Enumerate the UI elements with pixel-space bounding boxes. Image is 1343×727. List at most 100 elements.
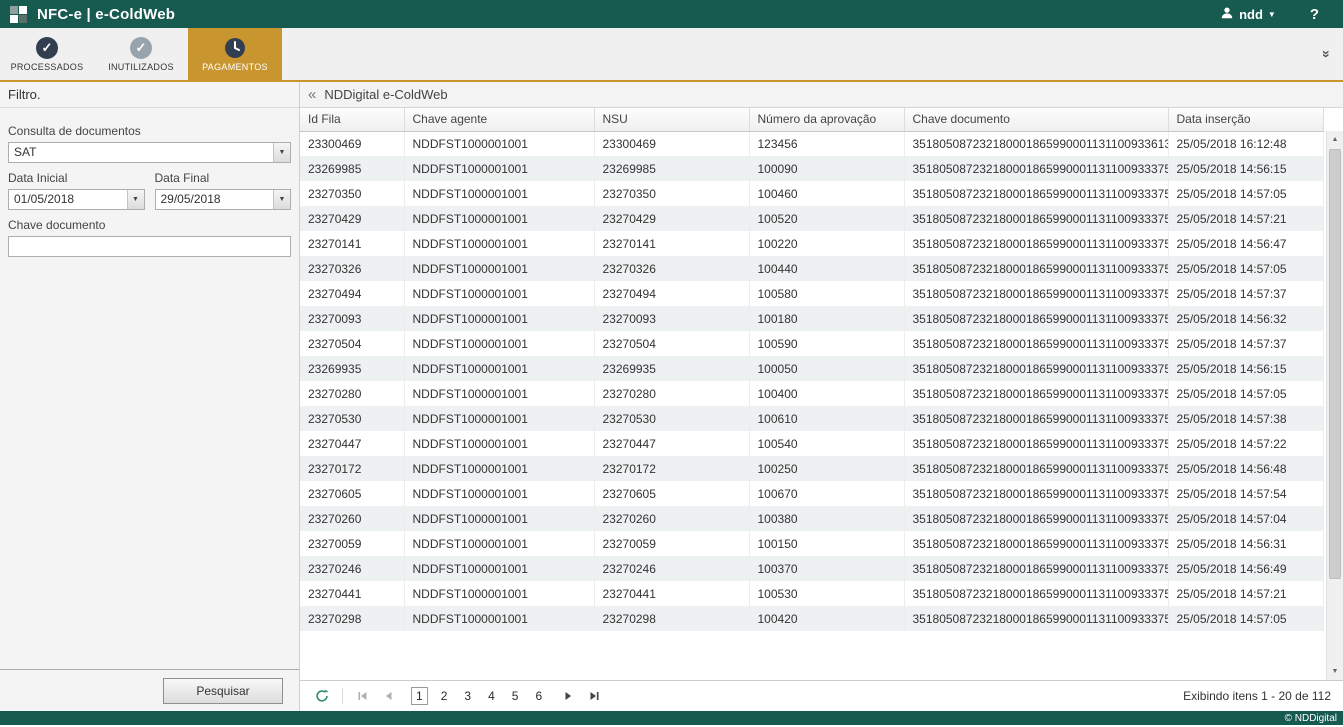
table-cell: 23270441 (594, 581, 749, 606)
chave-documento-input[interactable] (8, 236, 291, 257)
table-cell: 351805087232180001865990001131100933375 (904, 506, 1168, 531)
table-cell: 23270504 (594, 331, 749, 356)
table-cell: 351805087232180001865990001131100933375 (904, 156, 1168, 181)
prev-page-button[interactable] (379, 686, 399, 706)
table-row[interactable]: 23270350NDDFST10000010012327035010046035… (300, 181, 1323, 206)
table-cell: 351805087232180001865990001131100933375 (904, 456, 1168, 481)
scroll-up-icon[interactable]: ▲ (1327, 131, 1343, 148)
table-cell: 23270246 (594, 556, 749, 581)
table-cell: 351805087232180001865990001131100933375 (904, 231, 1168, 256)
table-row[interactable]: 23270246NDDFST10000010012327024610037035… (300, 556, 1323, 581)
table-cell: 25/05/2018 14:56:49 (1168, 556, 1323, 581)
tab-inutilizados[interactable]: ✓ INUTILIZADOS (94, 28, 188, 80)
scrollbar-thumb[interactable] (1329, 149, 1341, 579)
clock-circle-icon (224, 37, 246, 59)
grid-area: Id Fila Chave agente NSU Número da aprov… (300, 108, 1343, 680)
table-cell: 23270298 (594, 606, 749, 631)
table-row[interactable]: 23270260NDDFST10000010012327026010038035… (300, 506, 1323, 531)
table-cell: 25/05/2018 14:57:21 (1168, 206, 1323, 231)
column-header-id-fila[interactable]: Id Fila (300, 108, 404, 131)
table-row[interactable]: 23269985NDDFST10000010012326998510009035… (300, 156, 1323, 181)
table-cell: 23270429 (594, 206, 749, 231)
scroll-down-icon[interactable]: ▼ (1327, 663, 1343, 680)
table-cell: 23269935 (594, 356, 749, 381)
table-row[interactable]: 23270059NDDFST10000010012327005910015035… (300, 531, 1323, 556)
table-cell: 351805087232180001865990001131100933375 (904, 331, 1168, 356)
tab-pagamentos[interactable]: PAGAMENTOS (188, 28, 282, 80)
column-header-numero-aprovacao[interactable]: Número da aprovação (749, 108, 904, 131)
table-cell: 25/05/2018 14:57:04 (1168, 506, 1323, 531)
table-cell: 23270504 (300, 331, 404, 356)
table-row[interactable]: 23270326NDDFST10000010012327032610044035… (300, 256, 1323, 281)
consulta-dropdown[interactable]: SAT ▼ (8, 142, 291, 163)
next-page-button[interactable] (558, 686, 578, 706)
column-header-chave-documento[interactable]: Chave documento (904, 108, 1168, 131)
topbar: NFC-e | e-ColdWeb ndd ▼ ? (0, 0, 1343, 28)
table-row[interactable]: 23270441NDDFST10000010012327044110053035… (300, 581, 1323, 606)
table-row[interactable]: 23270093NDDFST10000010012327009310018035… (300, 306, 1323, 331)
table-cell: 25/05/2018 14:57:05 (1168, 381, 1323, 406)
table-row[interactable]: 23270141NDDFST10000010012327014110022035… (300, 231, 1323, 256)
table-cell: 100520 (749, 206, 904, 231)
table-cell: NDDFST1000001001 (404, 281, 594, 306)
table-row[interactable]: 23270172NDDFST10000010012327017210025035… (300, 456, 1323, 481)
divider (342, 688, 343, 704)
table-row[interactable]: 23269935NDDFST10000010012326993510005035… (300, 356, 1323, 381)
table-cell: 23270172 (594, 456, 749, 481)
column-header-chave-agente[interactable]: Chave agente (404, 108, 594, 131)
column-header-data-insercao[interactable]: Data inserção (1168, 108, 1323, 131)
column-header-nsu[interactable]: NSU (594, 108, 749, 131)
page-number[interactable]: 6 (531, 688, 546, 704)
first-page-button[interactable] (353, 686, 373, 706)
table-cell: 351805087232180001865990001131100933375 (904, 256, 1168, 281)
table-row[interactable]: 23270504NDDFST10000010012327050410059035… (300, 331, 1323, 356)
table-row[interactable]: 23270280NDDFST10000010012327028010040035… (300, 381, 1323, 406)
sidebar-footer: Pesquisar (0, 669, 299, 711)
table-cell: NDDFST1000001001 (404, 456, 594, 481)
table-row[interactable]: 23270494NDDFST10000010012327049410058035… (300, 281, 1323, 306)
page-number[interactable]: 4 (484, 688, 499, 704)
pagination-bar: 123456 Exibindo itens 1 - 20 de 112 (300, 680, 1343, 711)
table-row[interactable]: 23270447NDDFST10000010012327044710054035… (300, 431, 1323, 456)
collapse-left-icon[interactable]: « (308, 87, 316, 102)
scrollbar-track[interactable] (1327, 148, 1343, 663)
user-menu[interactable]: ndd ▼ (1220, 6, 1276, 23)
page-number[interactable]: 2 (437, 688, 452, 704)
table-cell: 23270429 (300, 206, 404, 231)
page-number[interactable]: 3 (460, 688, 475, 704)
data-final-dropdown[interactable]: 29/05/2018 ▼ (155, 189, 292, 210)
table-cell: NDDFST1000001001 (404, 556, 594, 581)
table-row[interactable]: 23300469NDDFST10000010012330046912345635… (300, 131, 1323, 156)
table-cell: NDDFST1000001001 (404, 431, 594, 456)
chevron-down-icon[interactable]: ▼ (273, 143, 290, 162)
pesquisar-button[interactable]: Pesquisar (163, 678, 283, 704)
table-cell: 23270298 (300, 606, 404, 631)
page-number[interactable]: 5 (508, 688, 523, 704)
table-row[interactable]: 23270605NDDFST10000010012327060510067035… (300, 481, 1323, 506)
vertical-scrollbar[interactable]: ▲ ▼ (1326, 131, 1343, 680)
data-inicial-dropdown[interactable]: 01/05/2018 ▼ (8, 189, 145, 210)
table-cell: 23270605 (594, 481, 749, 506)
table-row[interactable]: 23270429NDDFST10000010012327042910052035… (300, 206, 1323, 231)
refresh-button[interactable] (312, 686, 332, 706)
table-cell: 100540 (749, 431, 904, 456)
table-cell: 100380 (749, 506, 904, 531)
tab-processados[interactable]: ✓ PROCESSADOS (0, 28, 94, 80)
table-cell: 100590 (749, 331, 904, 356)
table-row[interactable]: 23270530NDDFST10000010012327053010061035… (300, 406, 1323, 431)
collapse-panel-button[interactable]: » (1323, 46, 1331, 62)
chevron-down-icon[interactable]: ▼ (273, 190, 290, 209)
table-cell: 23270141 (594, 231, 749, 256)
table-cell: NDDFST1000001001 (404, 231, 594, 256)
table-cell: 100420 (749, 606, 904, 631)
page-number[interactable]: 1 (411, 687, 428, 705)
table-cell: 351805087232180001865990001131100933375 (904, 431, 1168, 456)
table-cell: 351805087232180001865990001131100933375 (904, 306, 1168, 331)
chevron-down-icon[interactable]: ▼ (127, 190, 144, 209)
user-name: ndd (1239, 7, 1263, 22)
table-row[interactable]: 23270298NDDFST10000010012327029810042035… (300, 606, 1323, 631)
table-cell: 23270280 (300, 381, 404, 406)
help-button[interactable]: ? (1310, 6, 1319, 23)
table-cell: 23270280 (594, 381, 749, 406)
last-page-button[interactable] (584, 686, 604, 706)
